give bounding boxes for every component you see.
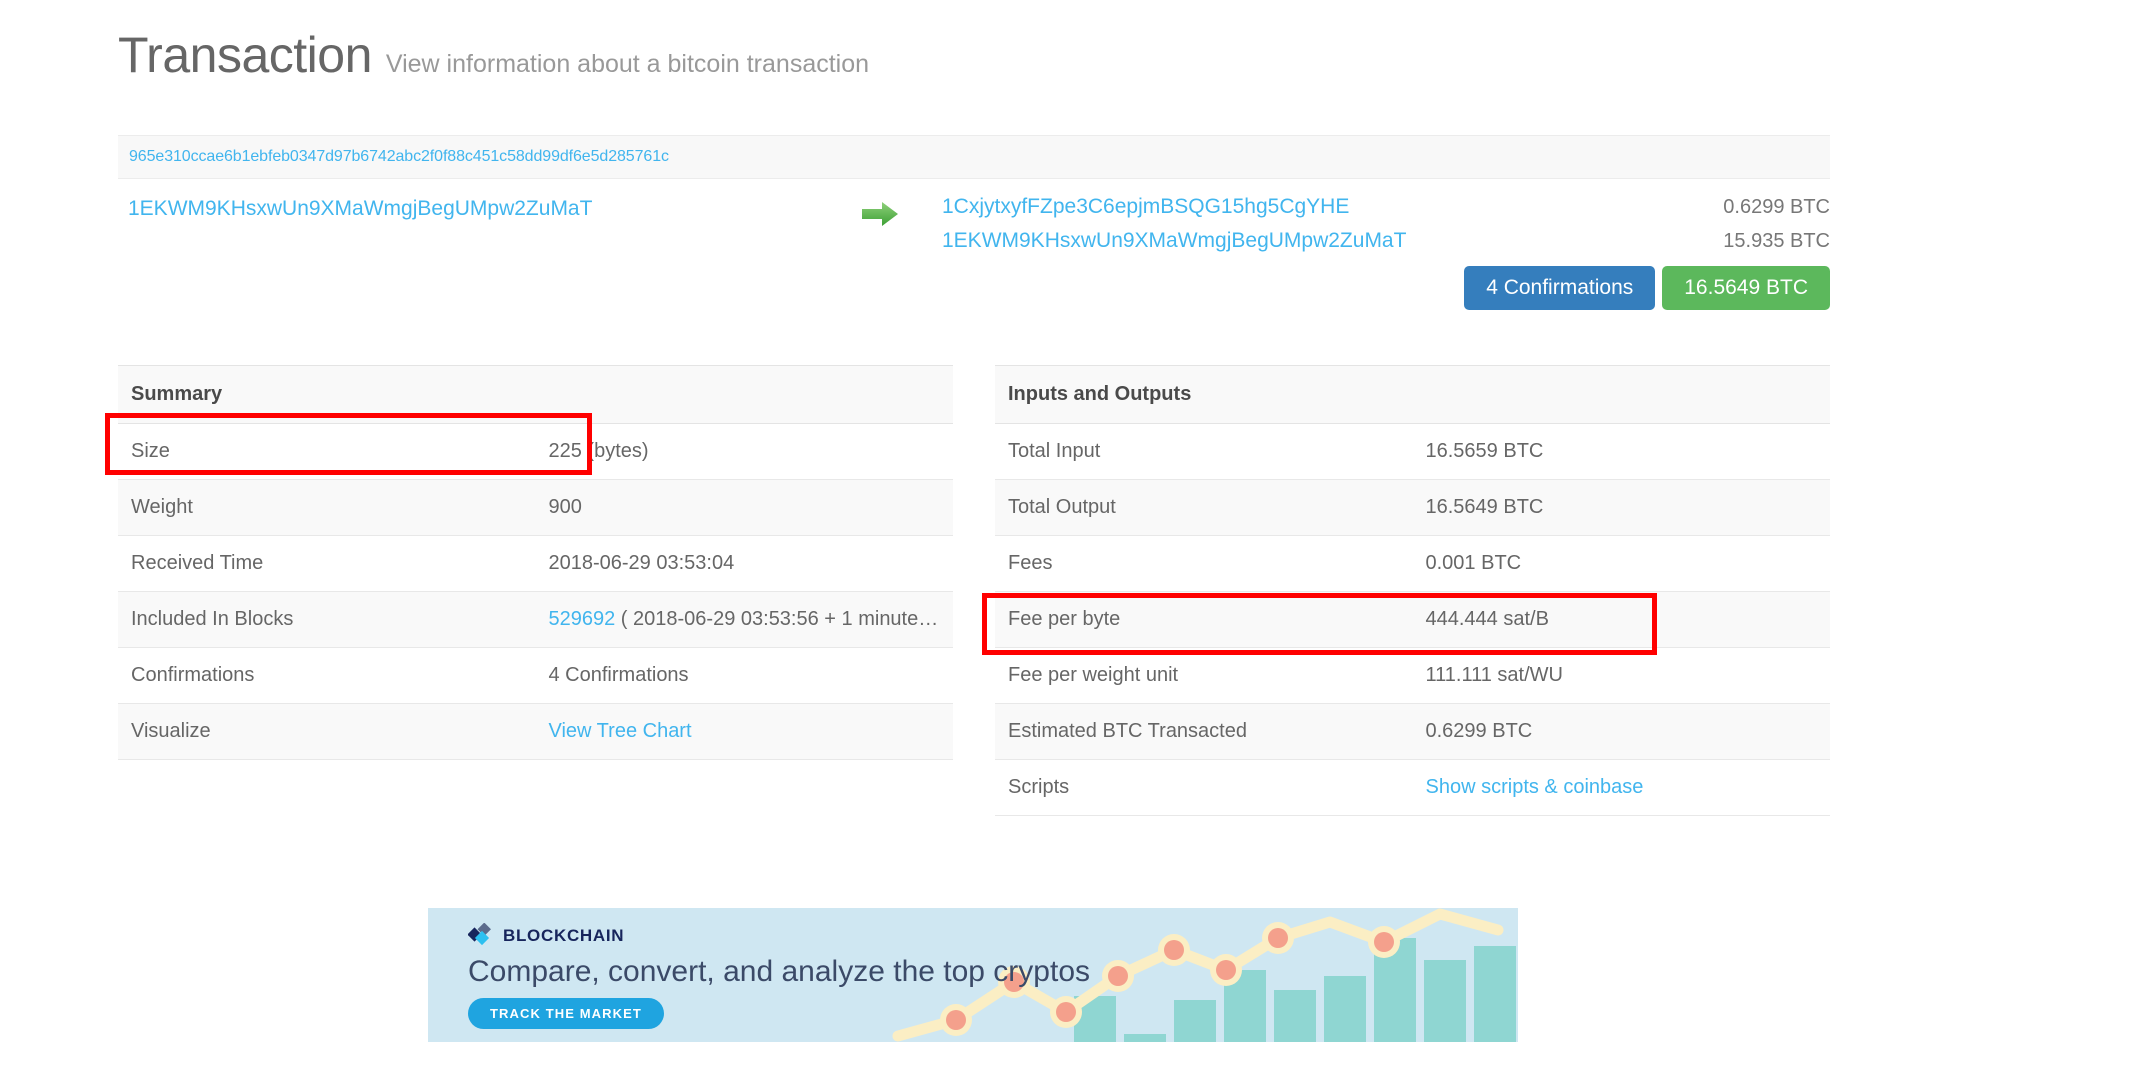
summary-panel: Summary Size 225 (bytes) Weight 900 Rece… — [118, 365, 953, 760]
output-amount: 0.6299 BTC — [1723, 196, 1830, 218]
table-row: Fee per byte 444.444 sat/B — [995, 591, 1830, 648]
inputs-outputs-table-body: Total Input 16.5659 BTC Total Output 16.… — [995, 423, 1830, 816]
track-the-market-button[interactable]: TRACK THE MARKET — [468, 998, 664, 1029]
table-row: Fee per weight unit 111.111 sat/WU — [995, 647, 1830, 704]
row-value: 16.5649 BTC — [1412, 479, 1830, 536]
row-value: Show scripts & coinbase — [1412, 759, 1830, 816]
row-value: 16.5659 BTC — [1412, 423, 1830, 480]
show-scripts-link[interactable]: Show scripts & coinbase — [1426, 776, 1644, 798]
arrow-right-icon — [860, 200, 900, 228]
transaction-hash-link[interactable]: 965e310ccae6b1ebfeb0347d97b6742abc2f0f88… — [129, 148, 669, 166]
row-value: 4 Confirmations — [535, 647, 953, 704]
table-row: Received Time 2018-06-29 03:53:04 — [118, 535, 953, 592]
row-value: 529692 ( 2018-06-29 03:53:56 + 1 minutes… — [535, 591, 953, 648]
row-label: Total Output — [995, 479, 1413, 536]
row-value: 225 (bytes) — [535, 423, 953, 480]
row-label: Total Input — [995, 423, 1413, 480]
table-row: Estimated BTC Transacted 0.6299 BTC — [995, 703, 1830, 760]
row-label: Weight — [118, 479, 536, 536]
row-value: 111.111 sat/WU — [1412, 647, 1830, 704]
table-row: Total Input 16.5659 BTC — [995, 423, 1830, 480]
summary-table-body: Size 225 (bytes) Weight 900 Received Tim… — [118, 423, 953, 760]
banner-headline: Compare, convert, and analyze the top cr… — [468, 955, 1091, 988]
transaction-addresses-row: 1EKWM9KHsxwUn9XMaWmgjBegUMpw2ZuMaT 1Cxjy… — [118, 190, 1830, 252]
input-address-link[interactable]: 1EKWM9KHsxwUn9XMaWmgjBegUMpw2ZuMaT — [128, 197, 592, 221]
block-time-suffix: ( 2018-06-29 03:53:56 + 1 minutes ) — [615, 608, 941, 630]
row-value: 900 — [535, 479, 953, 536]
table-row: Total Output 16.5649 BTC — [995, 479, 1830, 536]
row-label: Size — [118, 423, 536, 480]
transaction-hash-band: 965e310ccae6b1ebfeb0347d97b6742abc2f0f88… — [118, 135, 1830, 179]
blockchain-brand: BLOCKCHAIN — [467, 922, 1090, 949]
row-value: 0.001 BTC — [1412, 535, 1830, 592]
row-label: Received Time — [118, 535, 536, 592]
output-amount: 15.935 BTC — [1723, 230, 1830, 252]
table-row: Included In Blocks 529692 ( 2018-06-29 0… — [118, 591, 953, 648]
row-label: Included In Blocks — [118, 591, 536, 648]
page-header: Transaction View information about a bit… — [118, 30, 869, 80]
row-label: Fees — [995, 535, 1413, 592]
view-tree-chart-link[interactable]: View Tree Chart — [549, 720, 692, 742]
table-row: Scripts Show scripts & coinbase — [995, 759, 1830, 816]
inputs-outputs-heading: Inputs and Outputs — [995, 365, 1830, 424]
blockchain-logo-icon — [467, 922, 494, 949]
table-row: Fees 0.001 BTC — [995, 535, 1830, 592]
row-label: Scripts — [995, 759, 1413, 816]
row-label: Fee per byte — [995, 591, 1413, 648]
inputs-outputs-table: Inputs and Outputs Total Input 16.5659 B… — [995, 365, 1830, 816]
banner-content: BLOCKCHAIN Compare, convert, and analyze… — [467, 922, 1091, 1029]
table-row: Confirmations 4 Confirmations — [118, 647, 953, 704]
confirmations-badge[interactable]: 4 Confirmations — [1464, 266, 1656, 310]
page-subtitle: View information about a bitcoin transac… — [385, 50, 870, 78]
output-address-link[interactable]: 1CxjytxyfFZpe3C6epjmBSQG15hg5CgYHE — [942, 190, 1406, 224]
page-title: Transaction — [118, 27, 372, 83]
summary-table: Summary Size 225 (bytes) Weight 900 Rece… — [118, 365, 953, 760]
table-row: Visualize View Tree Chart — [118, 703, 953, 760]
row-label: Visualize — [118, 703, 536, 760]
output-addresses: 1CxjytxyfFZpe3C6epjmBSQG15hg5CgYHE 1EKWM… — [942, 190, 1406, 258]
total-btc-badge[interactable]: 16.5649 BTC — [1662, 266, 1830, 310]
summary-heading: Summary — [118, 365, 953, 424]
blockchain-ad-banner[interactable]: BLOCKCHAIN Compare, convert, and analyze… — [428, 908, 1518, 1042]
row-value: View Tree Chart — [535, 703, 953, 760]
row-label: Confirmations — [118, 647, 536, 704]
table-row: Weight 900 — [118, 479, 953, 536]
block-height-link[interactable]: 529692 — [549, 608, 616, 630]
inputs-outputs-panel: Inputs and Outputs Total Input 16.5659 B… — [995, 365, 1830, 816]
output-amounts: 0.6299 BTC 15.935 BTC — [1723, 190, 1830, 258]
row-value: 0.6299 BTC — [1412, 703, 1830, 760]
table-row: Size 225 (bytes) — [118, 423, 953, 480]
row-value: 444.444 sat/B — [1412, 591, 1830, 648]
row-label: Fee per weight unit — [995, 647, 1413, 704]
transaction-badges: 4 Confirmations 16.5649 BTC — [1464, 266, 1830, 310]
blockchain-brand-name: BLOCKCHAIN — [503, 926, 625, 945]
row-label: Estimated BTC Transacted — [995, 703, 1413, 760]
output-address-link[interactable]: 1EKWM9KHsxwUn9XMaWmgjBegUMpw2ZuMaT — [942, 224, 1406, 258]
row-value: 2018-06-29 03:53:04 — [535, 535, 953, 592]
